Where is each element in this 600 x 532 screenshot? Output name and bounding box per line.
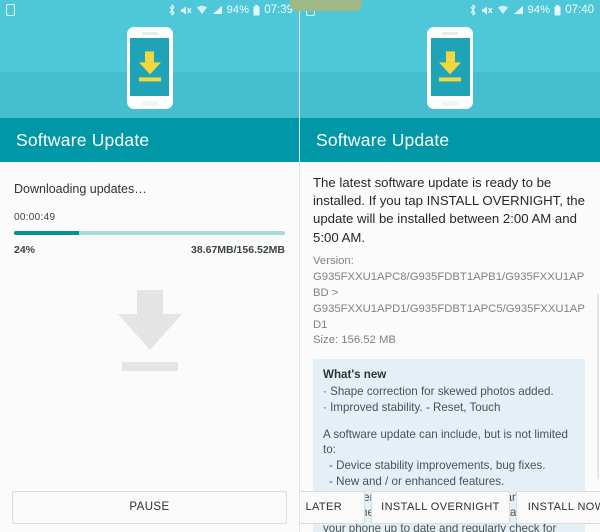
arrow-base [439,77,461,82]
progress-bytes-label: 38.67MB/156.52MB [191,244,285,256]
phone-screen [130,38,169,96]
install-now-button[interactable]: INSTALL NOW [515,490,600,524]
clock-left: 07:39 [264,4,293,16]
signal-icon [513,5,524,15]
install-overnight-button[interactable]: INSTALL OVERNIGHT [371,490,510,524]
wifi-icon [196,5,208,15]
signal-icon [212,5,223,15]
status-bar-right-icons-right: 94% 07:40 [469,4,594,16]
screenshot-root: 94% 07:39 Software Update Downloading up… [0,0,600,532]
whats-new-intro: A software update can include, but is no… [323,427,568,457]
later-button[interactable]: LATER [300,490,366,524]
status-bar-right-icons-left: 94% 07:39 [168,4,293,16]
status-bar-left-icons [6,4,15,16]
phone-home-button [441,100,459,106]
whats-new-item: · Improved stability. - Reset, Touch [323,400,501,414]
battery-icon [253,4,260,16]
update-details-section: The latest software update is ready to b… [300,162,600,532]
download-arrow-icon [138,51,162,82]
page-title-left: Software Update [16,129,150,150]
progress-bar [14,231,285,235]
sim-card-icon [6,4,15,16]
large-arrow-base [121,362,178,371]
phone-screen [430,38,470,96]
battery-icon [554,4,561,16]
progress-percent-label: 24% [14,244,36,256]
phone-download-icon [126,27,173,109]
panel-downloading: 94% 07:39 Software Update Downloading up… [0,0,300,532]
phone-speaker [141,32,158,35]
page-title-right: Software Update [316,129,450,150]
scrollbar[interactable] [596,294,599,479]
wifi-icon [497,5,509,15]
update-lead-text: The latest software update is ready to b… [313,175,585,245]
notification-pill [290,0,362,11]
phone-home-button [140,100,159,106]
phone-download-icon [427,27,473,109]
arrow-head [138,62,161,75]
bluetooth-icon [469,4,477,16]
download-status-label: Downloading updates… [14,182,147,196]
arrow-shaft [445,51,455,63]
title-bar-right: Software Update [300,118,600,162]
bluetooth-icon [168,4,176,16]
hero-illustration-right: 94% 07:40 [300,0,600,118]
whats-new-heading: What's new [323,368,387,382]
button-bar-left: PAUSE [0,488,299,532]
phone-speaker [442,32,458,35]
download-arrow-large-icon [110,290,190,371]
arrow-base [138,77,161,82]
download-arrow-icon [438,51,462,82]
hero-illustration-left: 94% 07:39 [0,0,299,118]
version-text: Version: G935FXXU1APC8/G935FDBT1APB1/G93… [313,254,585,331]
button-bar-right: LATER INSTALL OVERNIGHT INSTALL NOW [300,488,600,532]
progress-bar-fill [14,231,80,235]
large-arrow-shaft [136,290,163,314]
pause-button[interactable]: PAUSE [12,490,287,524]
panel-ready-to-install: 94% 07:40 Software Update The latest sof… [300,0,600,532]
whats-new-bullet: - Device stability improvements, bug fix… [329,459,546,473]
mute-icon [180,5,192,16]
mute-icon [481,5,493,16]
arrow-shaft [145,51,154,63]
size-text: Size: 156.52 MB [313,334,396,347]
download-progress-section: Downloading updates… 00:00:49 24% 38.67M… [0,162,299,532]
status-bar-left: 94% 07:39 [0,0,299,20]
title-bar-left: Software Update [0,118,299,162]
clock-right: 07:40 [565,4,594,16]
battery-percent-right: 94% [527,4,551,16]
whats-new-item: · Shape correction for skewed photos add… [323,385,554,399]
arrow-head [439,62,461,75]
progress-meta: 24% 38.67MB/156.52MB [14,244,285,256]
large-arrow-head [117,314,182,350]
elapsed-timer: 00:00:49 [14,212,56,223]
battery-percent-left: 94% [226,4,250,16]
